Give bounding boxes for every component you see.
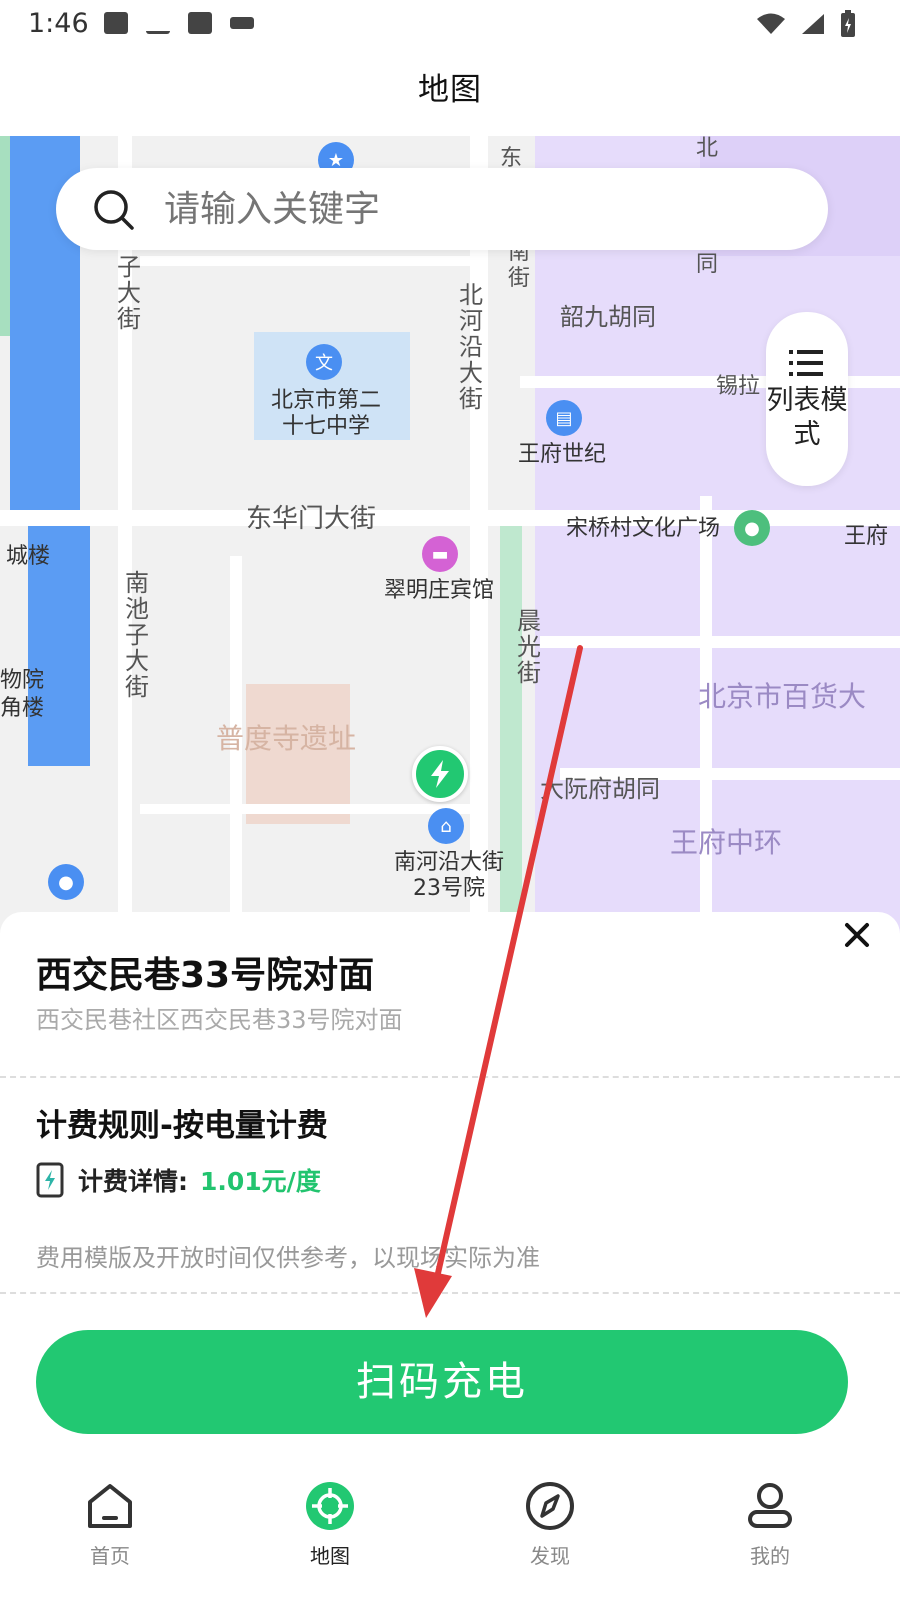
tab-home[interactable]: 首页: [50, 1470, 170, 1569]
map-icon: [306, 1482, 354, 1530]
map-label: 翠明庄宾馆: [384, 578, 495, 603]
map-label: 物院: [0, 668, 45, 693]
school-pin-icon[interactable]: 文: [306, 344, 342, 380]
map-road: [470, 136, 488, 936]
tab-map[interactable]: 地图: [270, 1470, 390, 1569]
map-label: 角楼: [0, 696, 45, 721]
image-icon: [104, 12, 128, 34]
tab-profile[interactable]: 我的: [710, 1470, 830, 1569]
home-icon: [88, 1484, 132, 1528]
a-icon: [188, 12, 212, 34]
map-label: 南池子大街: [125, 569, 149, 701]
compass-icon: [526, 1482, 574, 1530]
fee-rule-title: 计费规则-按电量计费: [36, 1108, 328, 1144]
map-label: 王府世纪: [518, 442, 607, 467]
charging-station-marker-icon[interactable]: [412, 746, 468, 802]
map-label: 子大街: [117, 253, 141, 333]
divider: [0, 1292, 900, 1294]
map-label: 北河沿大街: [459, 281, 483, 413]
map-label: 北京市百货大: [698, 680, 867, 713]
map-label: 晨光街: [517, 607, 541, 687]
list-mode-label: 列表模式: [766, 385, 848, 450]
map-label: 普度寺遗址: [216, 722, 357, 755]
close-icon[interactable]: [842, 920, 872, 950]
tab-discover[interactable]: 发现: [490, 1470, 610, 1569]
user-icon: [748, 1483, 792, 1528]
map-road: [140, 804, 480, 814]
fee-detail-label: 计费详情:: [78, 1167, 188, 1196]
fee-detail-row: 计费详情: 1.01元/度: [36, 1160, 321, 1200]
divider: [0, 1076, 900, 1078]
app-header: 地图: [0, 52, 900, 136]
download-icon: [146, 12, 170, 34]
battery-icon: [841, 10, 855, 37]
map-label: 宋桥村文化广场: [566, 516, 721, 541]
station-address: 西交民巷社区西交民巷33号院对面: [36, 1006, 403, 1034]
tab-profile-label: 我的: [750, 1544, 790, 1568]
office-pin-icon[interactable]: ▤: [546, 400, 582, 436]
map-road: [540, 636, 900, 648]
map-road: [140, 256, 470, 266]
map-label: 南河沿大街23号院: [393, 850, 504, 901]
status-system-icons: [756, 10, 856, 38]
bottom-tab-bar: 首页 地图 发现 我的: [0, 1470, 900, 1600]
map-label: 大阮府胡同: [540, 775, 660, 803]
tab-home-label: 首页: [90, 1544, 130, 1568]
scan-to-charge-button[interactable]: 扫码充电: [36, 1330, 848, 1434]
map-label: 城楼: [6, 544, 51, 569]
map-label: 北京市第二十七中学: [270, 388, 381, 439]
wifi-icon: [757, 13, 785, 34]
tab-discover-label: 发现: [530, 1544, 570, 1568]
search-bar[interactable]: [56, 168, 828, 250]
status-bar: 1:46: [0, 0, 900, 52]
map-label: 锡拉: [716, 374, 761, 399]
map-road: [700, 496, 712, 936]
list-mode-button[interactable]: 列表模式: [766, 312, 848, 486]
map-label: 同: [696, 252, 719, 277]
station-name: 西交民巷33号院对面: [36, 955, 375, 996]
status-notification-icons: [104, 12, 254, 34]
residential-pin-icon[interactable]: ⌂: [428, 808, 464, 844]
fee-detail-value: 1.01元/度: [200, 1167, 321, 1196]
map-label: 东华门大街: [246, 504, 377, 534]
page-title: 地图: [418, 72, 482, 108]
map-label: 王府: [844, 524, 889, 549]
search-icon: [94, 190, 134, 230]
signal-icon: [802, 14, 824, 34]
charging-fee-icon: [36, 1162, 64, 1198]
poi-pin-icon[interactable]: ●: [48, 864, 84, 900]
map-label: 北: [696, 136, 719, 161]
list-icon: [789, 350, 823, 376]
map-label: 韶九胡同: [560, 303, 656, 331]
hotel-pin-icon[interactable]: ▬: [422, 536, 458, 572]
map-view[interactable]: 东华门大街 北京市第二十七中学 翠明庄宾馆 王府世纪 韶九胡同 宋桥村文化广场 …: [0, 136, 900, 936]
search-input[interactable]: [164, 180, 784, 238]
status-time: 1:46: [28, 8, 89, 39]
map-label: 王府中环: [670, 826, 783, 859]
keyboard-icon: [230, 17, 254, 29]
fee-disclaimer: 费用模版及开放时间仅供参考，以现场实际为准: [36, 1244, 540, 1272]
park-pin-icon[interactable]: ●: [734, 510, 770, 546]
tab-map-label: 地图: [310, 1544, 350, 1568]
